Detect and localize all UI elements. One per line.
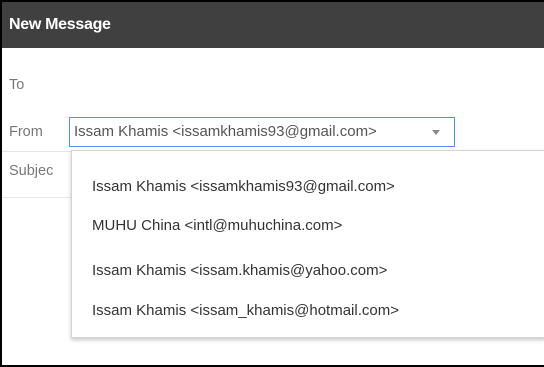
from-select[interactable]: Issam Khamis <issamkhamis93@gmail.com> <box>69 117 455 147</box>
compose-title: New Message <box>9 16 111 33</box>
from-option-hotmail[interactable]: Issam Khamis <issam_khamis@hotmail.com> <box>92 301 399 321</box>
compose-window: New Message To From Issam Khamis <issamk… <box>0 0 544 367</box>
from-option-muhuchina[interactable]: MUHU China <intl@muhuchina.com> <box>92 216 342 236</box>
to-field[interactable]: To <box>9 76 24 94</box>
from-label: From <box>9 124 43 140</box>
from-option-yahoo[interactable]: Issam Khamis <issam.khamis@yahoo.com> <box>92 261 387 281</box>
subject-field[interactable]: Subject <box>9 162 53 180</box>
from-select-value: Issam Khamis <issamkhamis93@gmail.com> <box>74 123 377 140</box>
from-dropdown-menu: Issam Khamis <issamkhamis93@gmail.com> M… <box>71 150 544 338</box>
compose-titlebar: New Message <box>2 2 544 48</box>
from-option-gmail[interactable]: Issam Khamis <issamkhamis93@gmail.com> <box>92 177 395 197</box>
chevron-down-icon <box>432 130 440 135</box>
